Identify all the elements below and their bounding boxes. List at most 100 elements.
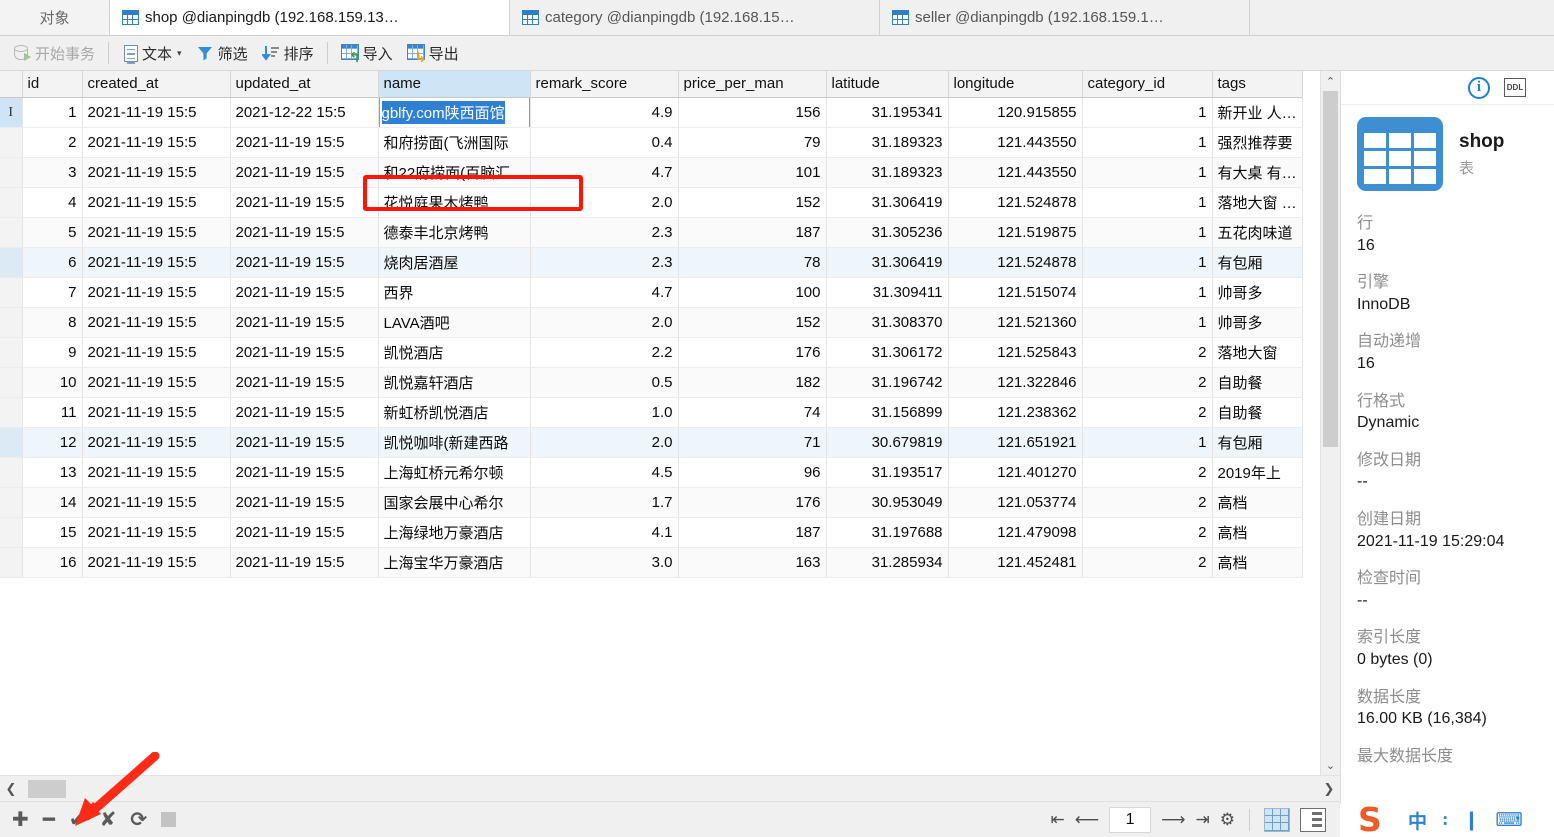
cell-price_per_man[interactable]: 176 (678, 487, 827, 518)
cell-latitude[interactable]: 31.195341 (826, 97, 949, 128)
cell-created_at[interactable]: 2021-11-19 15:5 (82, 457, 231, 488)
cell-name[interactable]: 德泰丰北京烤鸭 (378, 217, 531, 248)
grid-body[interactable]: I 1 2021-11-19 15:5 2021-12-22 15:5 gblfy.co… (0, 97, 1303, 578)
scroll-up-arrow[interactable]: ⌃ (1321, 71, 1340, 91)
row-indicator[interactable] (0, 427, 23, 458)
cell-price_per_man[interactable]: 187 (678, 517, 827, 548)
row-indicator[interactable] (0, 217, 23, 248)
horizontal-scroll-thumb[interactable] (28, 779, 66, 798)
cell-longitude[interactable]: 121.524878 (948, 247, 1083, 278)
refresh-button[interactable]: ⟳ (130, 810, 147, 830)
data-grid-viewport[interactable]: id created_at updated_at name remark_score pr… (0, 71, 1320, 775)
cell-longitude[interactable]: 121.053774 (948, 487, 1083, 518)
cell-created_at[interactable]: 2021-11-19 15:5 (82, 217, 231, 248)
cell-latitude[interactable]: 31.189323 (826, 127, 949, 158)
first-page-button[interactable]: ⇤ (1051, 811, 1065, 828)
cell-latitude[interactable]: 31.156899 (826, 397, 949, 428)
cell-category_id[interactable]: 1 (1082, 127, 1213, 158)
cell-price_per_man[interactable]: 176 (678, 337, 827, 368)
cell-latitude[interactable]: 31.306419 (826, 187, 949, 218)
info-icon[interactable]: i (1468, 76, 1490, 99)
cell-created_at[interactable]: 2021-11-19 15:5 (82, 547, 231, 578)
cell-remark_score[interactable]: 0.4 (530, 127, 679, 158)
cell-price_per_man[interactable]: 152 (678, 307, 827, 338)
cell-latitude[interactable]: 31.306419 (826, 247, 949, 278)
cell-price_per_man[interactable]: 182 (678, 367, 827, 398)
cell-longitude[interactable]: 121.524878 (948, 187, 1083, 218)
row-indicator[interactable] (0, 157, 23, 188)
cell-tags[interactable]: 有大桌 有… (1212, 157, 1303, 188)
cell-tags[interactable]: 帅哥多 (1212, 277, 1303, 308)
cell-created_at[interactable]: 2021-11-19 15:5 (82, 247, 231, 278)
horizontal-scrollbar[interactable]: ❮ ❯ (0, 775, 1340, 801)
cell-latitude[interactable]: 31.285934 (826, 547, 949, 578)
table-row[interactable]: I 1 2021-11-19 15:5 2021-12-22 15:5 gblfy.co… (0, 97, 1303, 128)
cell-updated_at[interactable]: 2021-11-19 15:5 (230, 457, 379, 488)
cell-longitude[interactable]: 121.525843 (948, 337, 1083, 368)
column-header-id[interactable]: id (22, 71, 83, 98)
cell-name[interactable]: 和府捞面(飞洲国际 (378, 127, 531, 158)
cell-tags[interactable]: 五花肉味道 (1212, 217, 1303, 248)
cell-latitude[interactable]: 31.189323 (826, 157, 949, 188)
cell-tags[interactable]: 高档 (1212, 487, 1303, 518)
add-row-button[interactable]: ✚ (12, 810, 29, 830)
cell-price_per_man[interactable]: 101 (678, 157, 827, 188)
cell-remark_score[interactable]: 2.3 (530, 247, 679, 278)
cell-price_per_man[interactable]: 74 (678, 397, 827, 428)
table-row[interactable]: 12 2021-11-19 15:5 2021-11-19 15:5 凯悦咖啡(新建西… (0, 427, 1303, 458)
cell-latitude[interactable]: 31.197688 (826, 517, 949, 548)
tab-objects[interactable]: 对象 (0, 0, 110, 35)
cell-created_at[interactable]: 2021-11-19 15:5 (82, 127, 231, 158)
table-row[interactable]: 8 2021-11-19 15:5 2021-11-19 15:5 LAVA酒吧 2.0… (0, 307, 1303, 338)
cell-created_at[interactable]: 2021-11-19 15:5 (82, 277, 231, 308)
cell-longitude[interactable]: 121.452481 (948, 547, 1083, 578)
column-header-price_per_man[interactable]: price_per_man (678, 71, 827, 98)
cell-created_at[interactable]: 2021-11-19 15:5 (82, 97, 231, 128)
cell-created_at[interactable]: 2021-11-19 15:5 (82, 367, 231, 398)
column-header-tags[interactable]: tags (1212, 71, 1303, 98)
cell-category_id[interactable]: 1 (1082, 427, 1213, 458)
tab-shop[interactable]: shop @dianpingdb (192.168.159.13… (110, 0, 510, 35)
filter-button[interactable]: 筛选 (189, 39, 255, 67)
table-row[interactable]: 4 2021-11-19 15:5 2021-11-19 15:5 花悦庭果木烤鸭 2.… (0, 187, 1303, 218)
table-row[interactable]: 10 2021-11-19 15:5 2021-11-19 15:5 凯悦嘉轩酒店 0.… (0, 367, 1303, 398)
table-row[interactable]: 6 2021-11-19 15:5 2021-11-19 15:5 烧肉居酒屋 2.3 7… (0, 247, 1303, 278)
cell-tags[interactable]: 高档 (1212, 517, 1303, 548)
cell-latitude[interactable]: 31.305236 (826, 217, 949, 248)
cell-remark_score[interactable]: 4.7 (530, 277, 679, 308)
ime-chinese-icon[interactable]: 中 (1408, 807, 1427, 834)
horizontal-scroll-track[interactable] (22, 779, 1318, 798)
cell-name[interactable]: 西界 (378, 277, 531, 308)
column-header-updated_at[interactable]: updated_at (230, 71, 379, 98)
cell-updated_at[interactable]: 2021-11-19 15:5 (230, 427, 379, 458)
text-button[interactable]: 文本 ▾ (115, 39, 189, 67)
vertical-scroll-track[interactable] (1321, 91, 1340, 755)
row-indicator[interactable] (0, 307, 23, 338)
cell-created_at[interactable]: 2021-11-19 15:5 (82, 307, 231, 338)
cell-updated_at[interactable]: 2021-12-22 15:5 (230, 97, 379, 128)
cell-updated_at[interactable]: 2021-11-19 15:5 (230, 517, 379, 548)
cell-updated_at[interactable]: 2021-11-19 15:5 (230, 397, 379, 428)
cell-name[interactable]: 新虹桥凯悦酒店 (378, 397, 531, 428)
cell-category_id[interactable]: 1 (1082, 307, 1213, 338)
ime-keyboard-icon[interactable]: ⌨ (1495, 809, 1522, 832)
cell-price_per_man[interactable]: 71 (678, 427, 827, 458)
column-header-remark_score[interactable]: remark_score (530, 71, 679, 98)
tab-seller[interactable]: seller @dianpingdb (192.168.159.1… (880, 0, 1250, 35)
cell-latitude[interactable]: 30.679819 (826, 427, 949, 458)
cell-category_id[interactable]: 2 (1082, 517, 1213, 548)
cell-price_per_man[interactable]: 100 (678, 277, 827, 308)
cell-latitude[interactable]: 30.953049 (826, 487, 949, 518)
cell-name[interactable]: 烧肉居酒屋 (378, 247, 531, 278)
cell-category_id[interactable]: 2 (1082, 397, 1213, 428)
row-indicator[interactable] (0, 367, 23, 398)
cell-updated_at[interactable]: 2021-11-19 15:5 (230, 547, 379, 578)
row-indicator[interactable] (0, 517, 23, 548)
cell-category_id[interactable]: 1 (1082, 157, 1213, 188)
cell-id[interactable]: 8 (22, 307, 83, 338)
cell-category_id[interactable]: 1 (1082, 187, 1213, 218)
cell-id[interactable]: 2 (22, 127, 83, 158)
cell-remark_score[interactable]: 1.7 (530, 487, 679, 518)
cell-tags[interactable]: 高档 (1212, 547, 1303, 578)
row-indicator[interactable] (0, 397, 23, 428)
